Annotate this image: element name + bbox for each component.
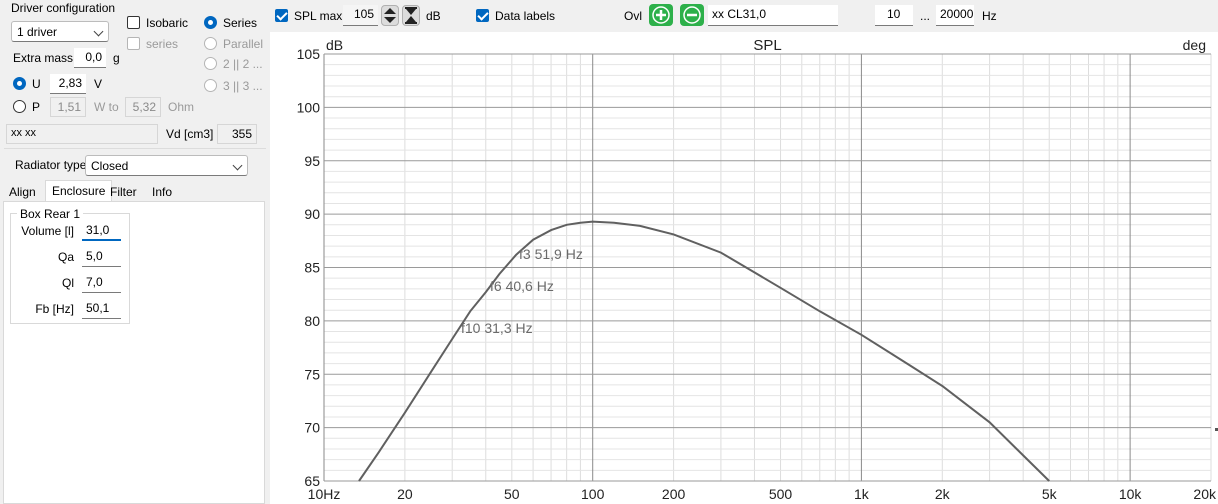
x-tick-label: 20k: [1193, 486, 1217, 502]
overlay-name-input[interactable]: xx CL31,0: [708, 5, 838, 26]
tab-align[interactable]: Align: [3, 182, 42, 202]
y-tick-label: 80: [304, 313, 320, 329]
extra-mass-input[interactable]: 0,0: [74, 48, 106, 68]
group-divider: [4, 148, 266, 149]
p-power-input[interactable]: 1,51: [50, 97, 86, 117]
spl-max-label: SPL max: [294, 9, 343, 23]
chevron-down-icon: [93, 26, 104, 37]
freq-min-input[interactable]: 10: [875, 5, 913, 26]
y-tick-label: 85: [304, 260, 320, 276]
radiator-type-label: Radiator type: [15, 158, 87, 172]
series-checkbox[interactable]: [127, 37, 140, 50]
remove-overlay-button[interactable]: [680, 4, 704, 26]
series-radio[interactable]: [204, 16, 217, 29]
data-label: f10 31,3 Hz: [461, 320, 533, 336]
extra-mass-label: Extra mass: [13, 51, 74, 65]
hz-unit-label: Hz: [982, 9, 997, 23]
x-tick-label: 20: [397, 486, 413, 502]
radiator-type-select[interactable]: Closed: [85, 155, 248, 176]
y-tick-label: 95: [304, 153, 320, 169]
u-label: U: [32, 77, 41, 91]
x-tick-label: 100: [581, 486, 605, 502]
spl-curve: [358, 220, 1050, 482]
u-unit: V: [94, 77, 103, 91]
series-label: Series: [223, 16, 258, 30]
hourglass-icon: [405, 7, 417, 24]
box-group-title: Box Rear 1: [17, 207, 84, 221]
data-labels-checkbox[interactable]: [476, 9, 489, 22]
series-sub-label: series: [146, 37, 179, 51]
data-label: f3 51,9 Hz: [519, 246, 583, 262]
opt-3x3-radio[interactable]: [204, 79, 217, 92]
volume-input[interactable]: 31,0: [82, 221, 121, 241]
vd-label: Vd [cm3]: [166, 127, 214, 141]
opt-2x2-label: 2 || 2 ...: [223, 57, 263, 71]
chart-area: 105 100 95 90 85 80 75 70 65 10Hz 20 50 100 200 500 1k 2…: [270, 32, 1218, 504]
y2-axis-label: deg: [1183, 37, 1206, 53]
spl-chart[interactable]: 1051009590858075706510Hz 20 50 100 200 500 1k 2…: [270, 32, 1218, 504]
x-tick-label: 10k: [1119, 486, 1143, 502]
fb-label: Fb [Hz]: [35, 302, 74, 316]
data-labels-label: Data labels: [495, 9, 556, 23]
tab-enclosure[interactable]: Enclosure: [45, 180, 113, 202]
tab-info[interactable]: Info: [146, 182, 178, 202]
x-tick-label: 500: [769, 486, 793, 502]
stepper-button[interactable]: [381, 5, 399, 26]
x-tick-label: 2k: [935, 486, 951, 502]
volume-label: Volume [l]: [21, 224, 74, 238]
vd-value[interactable]: 355: [217, 124, 257, 144]
freq-max-input[interactable]: 20000: [936, 5, 974, 26]
radiator-type-value: Closed: [91, 159, 129, 173]
spl-max-checkbox[interactable]: [275, 9, 288, 22]
p-radio[interactable]: [13, 100, 26, 113]
fb-input[interactable]: 50,1: [82, 299, 121, 319]
driver-count-value: 1 driver: [17, 25, 58, 39]
ohm-label: Ohm: [168, 100, 195, 114]
y-axis-label: dB: [326, 37, 343, 53]
data-label: f6 40,6 Hz: [490, 278, 554, 294]
u-radio[interactable]: [13, 77, 26, 90]
ql-input[interactable]: 7,0: [82, 273, 121, 293]
collapse-button[interactable]: [402, 5, 420, 26]
plus-icon: [652, 6, 670, 24]
db-unit-label: dB: [426, 9, 441, 23]
p-label: P: [32, 100, 41, 114]
w-to-label: W to: [94, 100, 119, 114]
opt-3x3-label: 3 || 3 ...: [223, 79, 263, 93]
x-tick-label: 200: [662, 486, 686, 502]
w-to-input[interactable]: 5,32: [125, 97, 161, 117]
x-tick-label: 10Hz: [308, 486, 341, 502]
ovl-label: Ovl: [624, 9, 642, 23]
driver-config-title: Driver configuration: [11, 1, 116, 15]
add-overlay-button[interactable]: [649, 4, 673, 26]
y-tick-label: 90: [304, 206, 320, 222]
y-tick-label: 105: [297, 46, 321, 62]
tab-filter[interactable]: Filter: [104, 182, 143, 202]
parallel-label: Parallel: [223, 37, 264, 51]
ql-label: Ql: [62, 276, 74, 290]
driver-name-field[interactable]: xx xx: [6, 124, 158, 144]
driver-count-select[interactable]: 1 driver: [11, 21, 109, 42]
y-tick-label: 100: [297, 99, 321, 115]
freq-range-separator: ...: [920, 9, 931, 23]
minus-icon: [683, 6, 701, 24]
x-tick-label: 50: [504, 486, 520, 502]
up-down-arrows-icon: [384, 8, 396, 23]
parallel-radio[interactable]: [204, 37, 217, 50]
chart-title: SPL: [753, 37, 781, 54]
x-tick-label: 1k: [854, 486, 870, 502]
u-voltage-input[interactable]: 2,83: [50, 74, 86, 94]
spl-max-input[interactable]: 105: [343, 5, 378, 26]
y-tick-label: 75: [304, 366, 320, 382]
y-tick-label: 70: [304, 420, 320, 436]
isobaric-checkbox[interactable]: [127, 16, 140, 29]
qa-label: Qa: [57, 250, 74, 264]
extra-mass-unit: g: [113, 51, 120, 65]
chevron-down-icon: [232, 160, 243, 171]
qa-input[interactable]: 5,0: [82, 247, 121, 267]
isobaric-label: Isobaric: [146, 16, 189, 30]
x-tick-label: 5k: [1042, 486, 1058, 502]
opt-2x2-radio[interactable]: [204, 57, 217, 70]
